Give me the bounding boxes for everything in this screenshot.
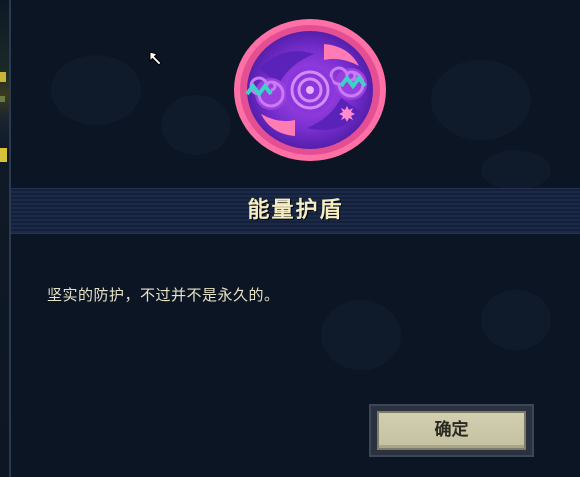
background-pattern [481, 150, 551, 190]
item-info-dialog: 能量护盾 坚实的防护，不过并不是永久的。 确定 [9, 0, 580, 477]
game-screen: 能量护盾 坚实的防护，不过并不是永久的。 确定 [0, 0, 580, 477]
mouse-cursor-icon [148, 50, 166, 72]
background-pattern [321, 300, 401, 370]
background-pattern [481, 290, 551, 350]
energy-shield-icon [229, 14, 391, 166]
background-pattern [51, 55, 141, 125]
background-pattern [161, 95, 231, 155]
confirm-button-frame: 确定 [369, 404, 534, 457]
title-banner: 能量护盾 [11, 188, 580, 234]
confirm-button[interactable]: 确定 [377, 411, 526, 450]
background-game-view [0, 0, 9, 477]
background-pattern [431, 60, 531, 140]
item-description: 坚实的防护，不过并不是永久的。 [47, 286, 280, 304]
item-title: 能量护盾 [247, 198, 344, 223]
